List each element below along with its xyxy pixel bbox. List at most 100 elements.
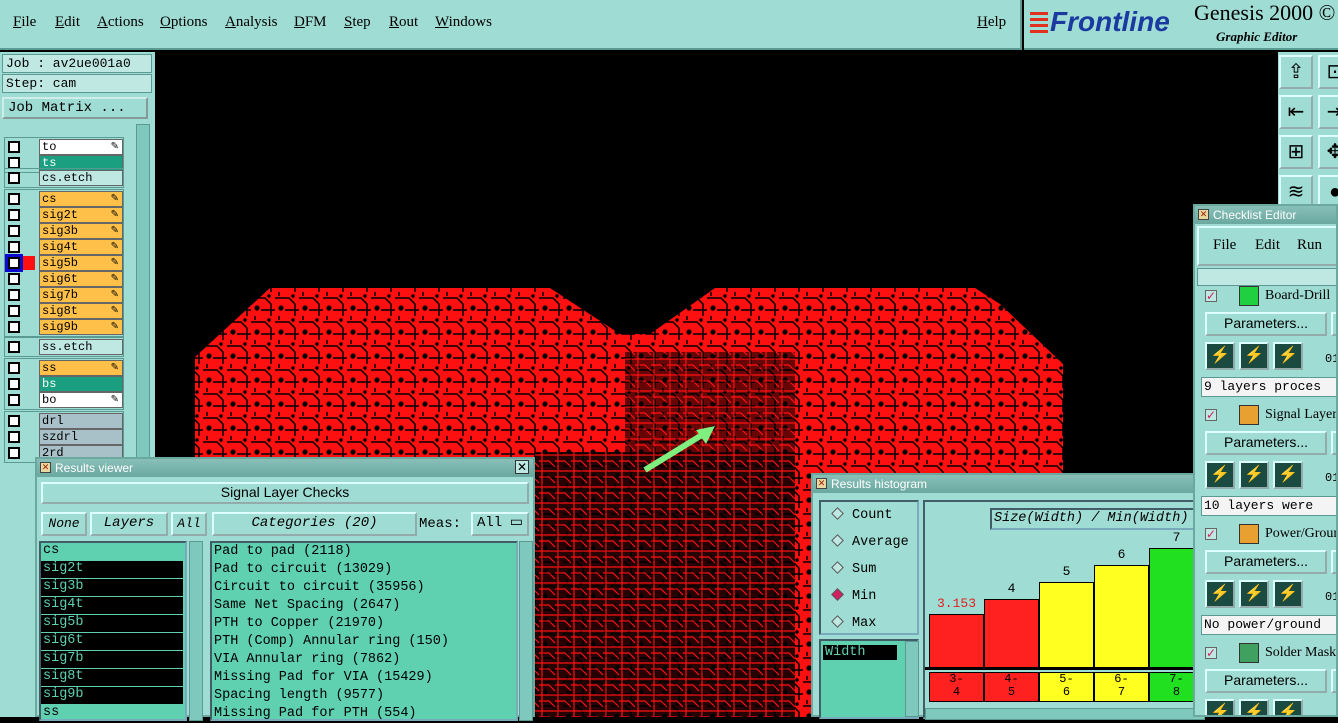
pan-right-icon[interactable]: ⇥	[1318, 95, 1338, 129]
category-item[interactable]: VIA Annular ring (7862)	[212, 651, 516, 669]
category-item[interactable]: Missing Pad for VIA (15429)	[212, 669, 516, 687]
category-list[interactable]: Pad to pad (2118) Pad to circuit (13029) C…	[210, 541, 518, 721]
category-item[interactable]: PTH (Comp) Annular ring (150)	[212, 633, 516, 651]
window-menu-icon[interactable]: ✕	[40, 462, 51, 473]
layer-checkbox[interactable]	[8, 394, 20, 406]
layer-checkbox[interactable]	[8, 273, 20, 285]
result-layer-item[interactable]: sig2t	[41, 561, 183, 578]
histogram-bar[interactable]	[929, 614, 984, 668]
layer-list-scrollbar[interactable]	[189, 541, 203, 721]
layers-button[interactable]: Layers	[90, 512, 168, 536]
action-extra-button[interactable]	[1331, 550, 1336, 574]
layer-checkbox[interactable]	[8, 241, 20, 253]
mode-radio-sum[interactable]: Sum	[831, 561, 876, 577]
layer-row-sig9b[interactable]: sig9b ✎	[5, 319, 123, 335]
meas-dropdown[interactable]: All ▭	[471, 512, 529, 536]
layer-checkbox[interactable]	[8, 172, 20, 184]
layer-row-cs[interactable]: cs ✎	[5, 191, 123, 207]
run-icon[interactable]: ⚡	[1239, 461, 1269, 489]
layer-checkbox[interactable]	[8, 431, 20, 443]
histogram-bar[interactable]	[984, 599, 1039, 668]
run-icon[interactable]: ⚡	[1205, 461, 1235, 489]
result-layer-item[interactable]: sig8t	[41, 669, 183, 686]
parameters-button[interactable]: Parameters...	[1205, 669, 1327, 693]
category-list-scrollbar[interactable]	[519, 541, 533, 721]
mode-radio-max[interactable]: Max	[831, 615, 876, 631]
parameters-button[interactable]: Parameters...	[1205, 550, 1327, 574]
run-icon[interactable]: ⚡	[1239, 342, 1269, 370]
layer-row-szdrl[interactable]: szdrl	[5, 429, 123, 445]
fit-view-icon[interactable]: ⊞	[1279, 135, 1313, 169]
parameters-button[interactable]: Parameters...	[1205, 431, 1327, 455]
layer-row-to[interactable]: to ✎	[5, 139, 123, 155]
menu-dfm[interactable]: DFM	[294, 14, 327, 31]
menu-actions[interactable]: Actions	[97, 14, 144, 31]
run-icon[interactable]: ⚡	[1205, 580, 1235, 608]
category-item[interactable]: Pad to pad (2118)	[212, 543, 516, 561]
run-icon[interactable]: ⚡	[1205, 699, 1235, 715]
checklist-menu-edit[interactable]: Edit	[1255, 237, 1280, 254]
checklist-menu-run[interactable]: Run	[1297, 237, 1322, 254]
histogram-bar[interactable]	[1094, 565, 1149, 668]
result-layer-item[interactable]: ss	[41, 705, 183, 722]
action-checkbox[interactable]: ✓	[1205, 528, 1217, 540]
layer-checkbox[interactable]	[8, 378, 20, 390]
action-extra-button[interactable]	[1331, 312, 1336, 336]
layer-row-sig8t[interactable]: sig8t ✎	[5, 303, 123, 319]
category-item[interactable]: Spacing length (9577)	[212, 687, 516, 705]
field-list[interactable]: Width	[819, 639, 919, 719]
layer-checkbox[interactable]	[8, 225, 20, 237]
results-viewer-titlebar[interactable]: ✕ Results viewer ✕	[37, 459, 533, 477]
zoom-icon[interactable]: ⊡	[1318, 55, 1338, 89]
histogram-titlebar[interactable]: ✕ Results histogram	[813, 475, 1199, 493]
category-item[interactable]: Same Net Spacing (2647)	[212, 597, 516, 615]
result-layer-item[interactable]: sig5b	[41, 615, 183, 632]
checklist-menu-file[interactable]: File	[1213, 237, 1236, 254]
layer-row-sig3b[interactable]: sig3b ✎	[5, 223, 123, 239]
field-width[interactable]: Width	[823, 645, 897, 660]
checklist-titlebar[interactable]: ✕ Checklist Editor	[1195, 206, 1336, 224]
menu-rout[interactable]: Rout	[389, 14, 418, 31]
layer-row-sig2t[interactable]: sig2t ✎	[5, 207, 123, 223]
mode-radio-count[interactable]: Count	[831, 507, 893, 523]
layer-row-drl[interactable]: drl	[5, 413, 123, 429]
checklist-field[interactable]	[1197, 268, 1336, 286]
job-matrix-button[interactable]: Job Matrix ...	[2, 97, 148, 119]
layer-checkbox[interactable]	[8, 141, 20, 153]
category-item[interactable]: Missing Pad for PTH (554)	[212, 705, 516, 723]
layer-checkbox[interactable]	[8, 415, 20, 427]
menu-file[interactable]: File	[13, 14, 36, 31]
layer-checkbox[interactable]	[8, 321, 20, 333]
results-header-button[interactable]: Signal Layer Checks	[41, 482, 529, 504]
layer-checkbox[interactable]	[8, 305, 20, 317]
layer-row-ss[interactable]: ss ✎	[5, 360, 123, 376]
menu-help[interactable]: Help	[977, 14, 1006, 31]
layer-row-bs[interactable]: bs	[5, 376, 123, 392]
parameters-button[interactable]: Parameters...	[1205, 312, 1327, 336]
window-menu-icon[interactable]: ✕	[816, 478, 827, 489]
category-item[interactable]: Pad to circuit (13029)	[212, 561, 516, 579]
category-item[interactable]: PTH to Copper (21970)	[212, 615, 516, 633]
action-checkbox[interactable]: ✓	[1205, 647, 1217, 659]
layer-checkbox[interactable]	[8, 341, 20, 353]
result-layer-item[interactable]: sig3b	[41, 579, 183, 596]
action-checkbox[interactable]: ✓	[1205, 409, 1217, 421]
layer-row-cs-etch[interactable]: cs.etch	[5, 170, 123, 186]
run-icon[interactable]: ⚡	[1205, 342, 1235, 370]
run-icon[interactable]: ⚡	[1273, 461, 1303, 489]
layer-result-list[interactable]: cs sig2t sig3b sig4t sig5b sig6t sig7b sig8t sig…	[39, 541, 187, 721]
layer-checkbox[interactable]	[8, 193, 20, 205]
histogram-bar[interactable]	[1039, 582, 1094, 668]
run-icon[interactable]: ⚡	[1239, 580, 1269, 608]
menu-analysis[interactable]: Analysis	[225, 14, 278, 31]
layer-row-sig5b[interactable]: sig5b ✎	[5, 254, 123, 272]
all-button[interactable]: All	[171, 512, 207, 536]
action-checkbox[interactable]: ✓	[1205, 290, 1217, 302]
menu-windows[interactable]: Windows	[435, 14, 492, 31]
result-layer-item[interactable]: sig7b	[41, 651, 183, 668]
field-scrollbar[interactable]	[905, 641, 919, 717]
action-extra-button[interactable]	[1331, 669, 1336, 693]
run-icon[interactable]: ⚡	[1273, 342, 1303, 370]
none-button[interactable]: None	[41, 512, 87, 536]
action-extra-button[interactable]	[1331, 431, 1336, 455]
